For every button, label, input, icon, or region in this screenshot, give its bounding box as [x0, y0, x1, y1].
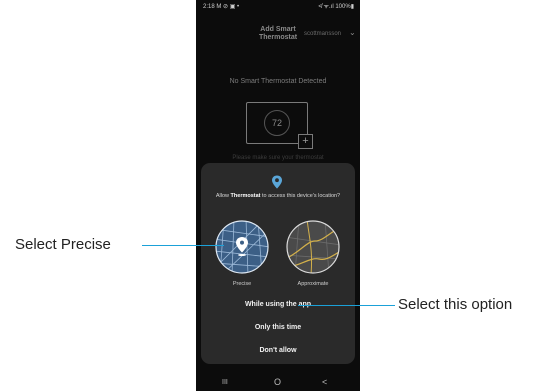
recents-icon[interactable]: III [222, 379, 228, 386]
chevron-down-icon[interactable]: ⌄ [349, 28, 356, 37]
approximate-option[interactable] [285, 219, 341, 275]
page-title: Add Smart Thermostat [258, 26, 298, 41]
location-permission-dialog: Allow Thermostat to access this device's… [201, 163, 355, 364]
annotation-select-option: Select this option [398, 296, 513, 313]
clock: 2:18 [203, 4, 215, 10]
home-icon[interactable]: O [274, 377, 281, 387]
precise-label: Precise [232, 281, 252, 287]
hint-text: Please make sure your thermostat [232, 155, 324, 161]
location-pin-icon [272, 175, 282, 189]
status-bar: 2:18 M ⊘ ▣ • ≮ ᯤ.ıl 100%▮ [196, 0, 360, 14]
add-thermostat-button[interactable]: + [298, 134, 313, 149]
notification-icons: M ⊘ ▣ • [216, 4, 240, 10]
status-indicators: ≮ ᯤ.ıl 100%▮ [318, 4, 354, 10]
only-this-time-button[interactable]: Only this time [201, 324, 355, 331]
approximate-map-icon [286, 220, 340, 274]
thermostat-temp: 72 [271, 118, 282, 128]
annotation-select-precise: Select Precise [15, 236, 111, 253]
empty-state-title: No Smart Thermostat Detected [229, 78, 327, 85]
precise-map-icon [215, 220, 269, 274]
annotation-line-precise [142, 245, 224, 246]
account-selector[interactable]: scottmansson [304, 31, 341, 37]
status-time: 2:18 M ⊘ ▣ • [203, 0, 239, 14]
back-icon[interactable]: < [322, 377, 327, 387]
approximate-label: Approximate [297, 281, 329, 287]
dont-allow-button[interactable]: Don't allow [201, 347, 355, 354]
navigation-bar: III O < [196, 375, 360, 391]
annotation-line-option [298, 305, 395, 306]
permission-prompt: Allow Thermostat to access this device's… [205, 193, 351, 199]
phone-screen: 2:18 M ⊘ ▣ • ≮ ᯤ.ıl 100%▮ Add Smart Ther… [196, 0, 360, 391]
prompt-prefix: Allow [215, 193, 231, 199]
app-name: Thermostat [230, 193, 261, 199]
prompt-suffix: to access this device's location? [260, 193, 341, 199]
precise-option[interactable] [214, 219, 270, 275]
